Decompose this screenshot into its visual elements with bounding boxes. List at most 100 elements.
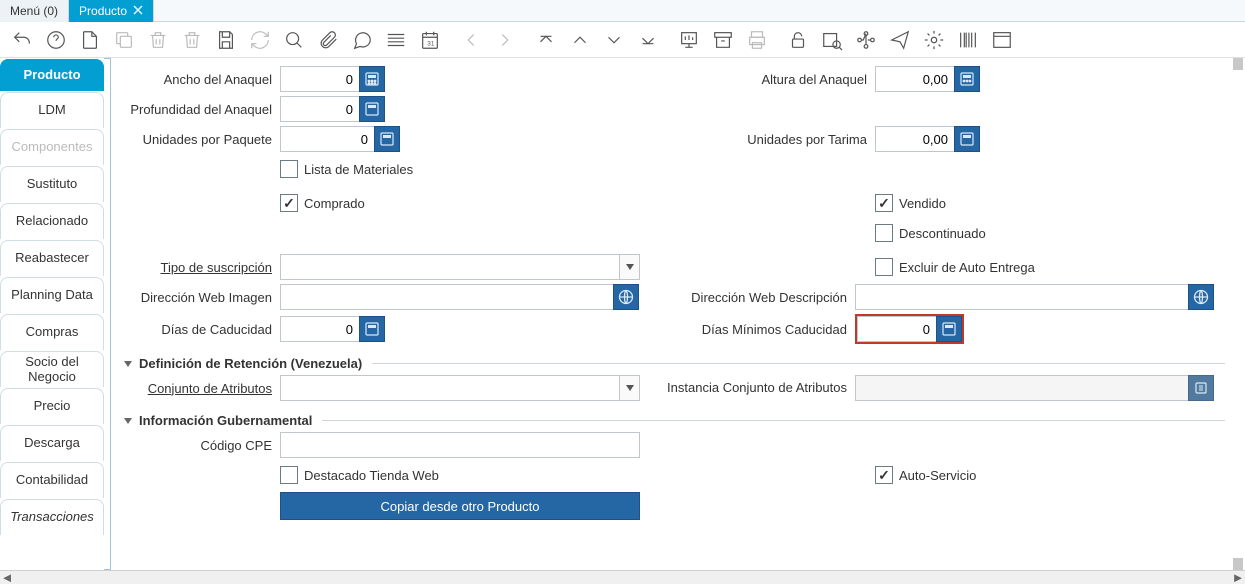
chevron-down-icon[interactable] [620,375,640,401]
close-icon[interactable] [133,4,143,18]
undo-icon[interactable] [8,26,36,54]
sidebar-item-relacionado[interactable]: Relacionado [0,203,104,239]
sidebar-item-planning-data[interactable]: Planning Data [0,277,104,313]
calc-button-dias-caducidad[interactable] [359,316,385,342]
input-dias-min-caducidad[interactable] [857,316,937,342]
workflow-icon[interactable] [852,26,880,54]
label-ancho-anaquel: Ancho del Anaquel [125,72,280,87]
label-codigo-cpe: Código CPE [125,438,280,453]
delete2-icon[interactable] [178,26,206,54]
scroll-right-icon[interactable]: ► [1231,571,1245,585]
calc-button-dias-min[interactable] [936,316,962,342]
sidebar-item-precio[interactable]: Precio [0,388,104,424]
sidebar-item-producto[interactable]: Producto [0,59,104,91]
calc-button-profundidad[interactable] [359,96,385,122]
search-icon[interactable] [280,26,308,54]
label-tipo-suscripcion[interactable]: Tipo de suscripción [125,260,280,275]
product-info-icon[interactable] [954,26,982,54]
last-icon[interactable] [634,26,662,54]
label-direccion-web-imagen: Dirección Web Imagen [125,290,280,305]
group-retencion[interactable]: Definición de Retención (Venezuela) [125,356,1225,371]
svg-text:31: 31 [427,40,435,47]
down-icon[interactable] [600,26,628,54]
tab-producto[interactable]: Producto [69,0,154,22]
globe-icon[interactable] [613,284,639,310]
up-icon[interactable] [566,26,594,54]
help-icon[interactable] [42,26,70,54]
input-conjunto-atributos[interactable] [280,375,620,401]
prev-icon[interactable] [457,26,485,54]
process-icon[interactable] [920,26,948,54]
scroll-left-icon[interactable]: ◄ [0,571,14,585]
checkbox-excluir-auto-entrega[interactable] [875,258,893,276]
zoom-across-icon[interactable] [818,26,846,54]
vertical-scrollbar[interactable] [1233,58,1243,570]
print-icon[interactable] [743,26,771,54]
delete-icon[interactable] [144,26,172,54]
sidebar-item-transacciones[interactable]: Transacciones [0,499,104,535]
calc-button-altura[interactable] [954,66,980,92]
sidebar-item-compras[interactable]: Compras [0,314,104,350]
window-tabs: Menú (0) Producto [0,0,1245,22]
input-ancho-anaquel[interactable] [280,66,360,92]
calc-button-tarima[interactable] [954,126,980,152]
save-icon[interactable] [212,26,240,54]
chevron-down-icon[interactable] [620,254,640,280]
select-conjunto-atributos[interactable] [280,375,640,401]
copy-from-product-button[interactable]: Copiar desde otro Producto [280,492,640,520]
calc-button-paquete[interactable] [374,126,400,152]
refresh-icon[interactable] [246,26,274,54]
group-gubernamental-label: Información Gubernamental [139,413,312,428]
input-unidades-paquete[interactable] [280,126,375,152]
sidebar-item-descarga[interactable]: Descarga [0,425,104,461]
request-icon[interactable] [886,26,914,54]
first-icon[interactable] [532,26,560,54]
input-dias-caducidad[interactable] [280,316,360,342]
sidebar: Producto LDM Componentes Sustituto Relac… [0,58,105,570]
checkbox-destacado-tienda[interactable] [280,466,298,484]
input-altura-anaquel[interactable] [875,66,955,92]
input-unidades-tarima[interactable] [875,126,955,152]
label-comprado: Comprado [304,196,365,211]
report-icon[interactable] [675,26,703,54]
checkbox-comprado[interactable] [280,194,298,212]
group-gubernamental[interactable]: Información Gubernamental [125,413,1225,428]
tab-menu[interactable]: Menú (0) [0,0,69,22]
checkbox-auto-servicio[interactable] [875,466,893,484]
horizontal-scrollbar[interactable]: ◄ ► [0,570,1245,584]
sidebar-item-reabastecer[interactable]: Reabastecer [0,240,104,276]
label-altura-anaquel: Altura del Anaquel [675,72,875,87]
sidebar-item-sustituto[interactable]: Sustituto [0,166,104,202]
globe-icon-2[interactable] [1188,284,1214,310]
sidebar-item-ldm[interactable]: LDM [0,92,104,128]
highlighted-dias-min [855,314,964,344]
input-direccion-web-imagen[interactable] [280,284,614,310]
sidebar-item-socio-negocio[interactable]: Socio del Negocio [0,351,104,387]
grid-icon[interactable] [382,26,410,54]
attribute-button[interactable] [1188,375,1214,401]
sidebar-item-contabilidad[interactable]: Contabilidad [0,462,104,498]
copy-icon[interactable] [110,26,138,54]
checkbox-descontinuado[interactable] [875,224,893,242]
exit-icon[interactable] [988,26,1016,54]
chat-icon[interactable] [348,26,376,54]
lock-icon[interactable] [784,26,812,54]
checkbox-vendido[interactable] [875,194,893,212]
calc-button-ancho[interactable] [359,66,385,92]
form-panel: Ancho del Anaquel Altura del Anaquel Pro… [105,58,1245,570]
archive-icon[interactable] [709,26,737,54]
label-conjunto-atributos[interactable]: Conjunto de Atributos [125,381,280,396]
calendar-icon[interactable]: 31 [416,26,444,54]
label-vendido: Vendido [899,196,946,211]
input-direccion-web-descripcion[interactable] [855,284,1189,310]
sidebar-item-componentes: Componentes [0,129,104,165]
input-profundidad-anaquel[interactable] [280,96,360,122]
new-icon[interactable] [76,26,104,54]
select-tipo-suscripcion[interactable] [280,254,640,280]
attachment-icon[interactable] [314,26,342,54]
label-destacado-tienda: Destacado Tienda Web [304,468,439,483]
next-icon[interactable] [491,26,519,54]
checkbox-lista-materiales[interactable] [280,160,298,178]
input-tipo-suscripcion[interactable] [280,254,620,280]
input-codigo-cpe[interactable] [280,432,640,458]
